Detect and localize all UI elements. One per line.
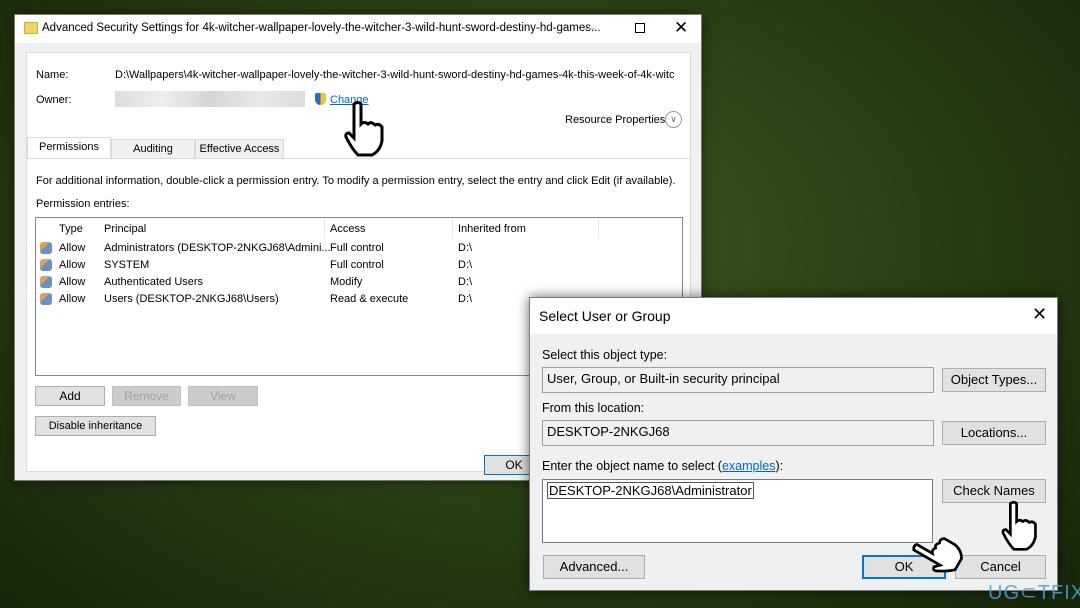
object-types-button[interactable]: Object Types...	[942, 368, 1046, 392]
location-field: DESKTOP-2NKGJ68	[542, 420, 934, 446]
dialog-cancel-button[interactable]: Cancel	[955, 555, 1046, 579]
tab-effective-access[interactable]: Effective Access	[195, 139, 284, 158]
object-type-field: User, Group, or Built-in security princi…	[542, 367, 934, 393]
name-label: Name:	[36, 69, 69, 81]
examples-link[interactable]: examples	[722, 459, 776, 473]
table-cell: Authenticated Users	[104, 276, 204, 288]
locations-button[interactable]: Locations...	[942, 421, 1046, 445]
column-type[interactable]: Type	[59, 223, 83, 235]
add-button[interactable]: Add	[35, 386, 105, 406]
info-text: For additional information, double-click…	[36, 175, 676, 187]
table-cell: Allow	[59, 259, 86, 271]
column-principal[interactable]: Principal	[104, 223, 146, 235]
table-cell: Full control	[330, 242, 384, 254]
table-cell: Allow	[59, 293, 86, 305]
list-header: Type Principal Access Inherited from	[36, 218, 682, 238]
table-cell: D:\	[458, 293, 473, 305]
hand-cursor-icon	[1001, 500, 1037, 551]
table-cell: Full control	[330, 259, 384, 271]
close-button[interactable]: ✕	[674, 18, 688, 38]
table-cell: Users (DESKTOP-2NKGJ68\Users)	[104, 293, 279, 305]
location-label: From this location:	[542, 401, 645, 415]
table-cell: Modify	[330, 276, 363, 288]
table-row[interactable]: Allow Administrators (DESKTOP-2NKGJ68\Adm…	[36, 240, 682, 257]
name-value: D:\Wallpapers\4k-witcher-wallpaper-lovel…	[115, 69, 675, 81]
table-row[interactable]: Allow SYSTEM Full control D:\	[36, 257, 682, 274]
table-cell: Allow	[59, 242, 86, 254]
title-bar: Advanced Security Settings for 4k-witche…	[15, 15, 701, 43]
table-cell: D:\	[458, 259, 473, 271]
dialog-title: Select User or Group	[539, 308, 671, 324]
object-name-value: DESKTOP-2NKGJ68\Administrator	[547, 482, 754, 499]
object-type-label: Select this object type:	[542, 348, 668, 362]
resource-properties-label[interactable]: Resource Properties	[565, 114, 665, 126]
tab-permissions[interactable]: Permissions	[27, 137, 111, 159]
window-title: Advanced Security Settings for 4k-witche…	[42, 22, 601, 34]
column-inherited-from[interactable]: Inherited from	[458, 223, 526, 235]
table-cell: Allow	[59, 276, 86, 288]
select-user-or-group-dialog: Select User or Group ✕ Select this objec…	[529, 297, 1058, 591]
object-name-input[interactable]: DESKTOP-2NKGJ68\Administrator	[542, 479, 933, 543]
chevron-down-icon[interactable]: ∨	[665, 111, 682, 128]
maximize-button[interactable]	[635, 23, 645, 33]
remove-button[interactable]: Remove	[112, 386, 181, 406]
owner-value-blurred	[115, 91, 305, 107]
minimize-button[interactable]	[585, 28, 595, 29]
watermark-logo: UG⊂TFIX	[988, 582, 1080, 604]
advanced-button[interactable]: Advanced...	[543, 555, 645, 579]
owner-label: Owner:	[36, 94, 72, 106]
table-cell: D:\	[458, 276, 473, 288]
permission-entries-label: Permission entries:	[36, 198, 130, 210]
table-cell: D:\	[458, 242, 473, 254]
dialog-title-bar: Select User or Group ✕	[530, 298, 1057, 334]
table-cell: Administrators (DESKTOP-2NKGJ68\Admini..…	[104, 242, 331, 254]
table-cell: SYSTEM	[104, 259, 150, 271]
view-button[interactable]: View	[188, 386, 258, 406]
users-icon	[40, 276, 52, 288]
column-access[interactable]: Access	[330, 223, 365, 235]
folder-icon	[24, 22, 38, 34]
dialog-close-button[interactable]: ✕	[1032, 304, 1047, 325]
tab-divider	[26, 158, 691, 159]
table-row[interactable]: Allow Authenticated Users Modify D:\	[36, 274, 682, 291]
users-icon	[40, 259, 52, 271]
users-icon	[40, 293, 52, 305]
hand-cursor-icon	[344, 101, 384, 157]
disable-inheritance-button[interactable]: Disable inheritance	[35, 416, 156, 436]
object-name-label: Enter the object name to select (example…	[542, 459, 784, 473]
table-cell: Read & execute	[330, 293, 409, 305]
users-icon	[40, 242, 52, 254]
tab-auditing[interactable]: Auditing	[111, 139, 195, 158]
shield-icon	[315, 93, 326, 105]
